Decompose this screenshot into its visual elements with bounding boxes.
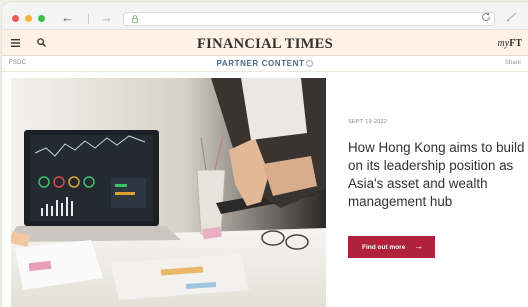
masthead-logo[interactable]: FINANCIAL TIMES <box>2 36 528 53</box>
article-date: SEPT 19 2022 <box>348 119 388 125</box>
pen-icon[interactable] <box>506 12 518 22</box>
reload-icon[interactable] <box>480 11 492 23</box>
minimize-window-button[interactable] <box>25 15 32 22</box>
myft-link[interactable]: myFT <box>498 38 522 49</box>
maximize-window-button[interactable] <box>38 15 45 22</box>
hero-illustration <box>11 78 326 307</box>
myft-my: my <box>497 38 510 49</box>
toolbar-divider <box>88 14 89 24</box>
partner-content-heading: PARTNER CONTENT <box>2 59 528 68</box>
laptop-trading-chart-image <box>11 78 326 307</box>
myft-ft: FT <box>509 38 522 49</box>
lock-icon <box>132 15 138 23</box>
arrow-right-icon[interactable]: → <box>100 11 113 24</box>
sub-header-bar: FSDC PARTNER CONTENT Share <box>2 56 528 72</box>
article-headline[interactable]: How Hong Kong aims to build on its leade… <box>348 139 528 211</box>
info-icon[interactable] <box>306 60 314 67</box>
address-bar[interactable] <box>123 12 495 26</box>
browser-window: ← → FINANCIAL TIMES myFT FSDC PARTNER CO… <box>2 2 528 307</box>
arrow-left-icon[interactable]: ← <box>61 11 74 24</box>
partner-content-label: PARTNER CONTENT <box>216 59 305 68</box>
ft-header: FINANCIAL TIMES myFT <box>2 30 528 56</box>
browser-toolbar: ← → <box>2 2 528 30</box>
arrow-right-icon: → <box>414 241 423 251</box>
find-out-more-button[interactable]: Find out more → <box>348 236 435 258</box>
cta-label: Find out more <box>362 243 406 251</box>
close-window-button[interactable] <box>12 15 19 22</box>
share-button[interactable]: Share <box>505 60 521 66</box>
